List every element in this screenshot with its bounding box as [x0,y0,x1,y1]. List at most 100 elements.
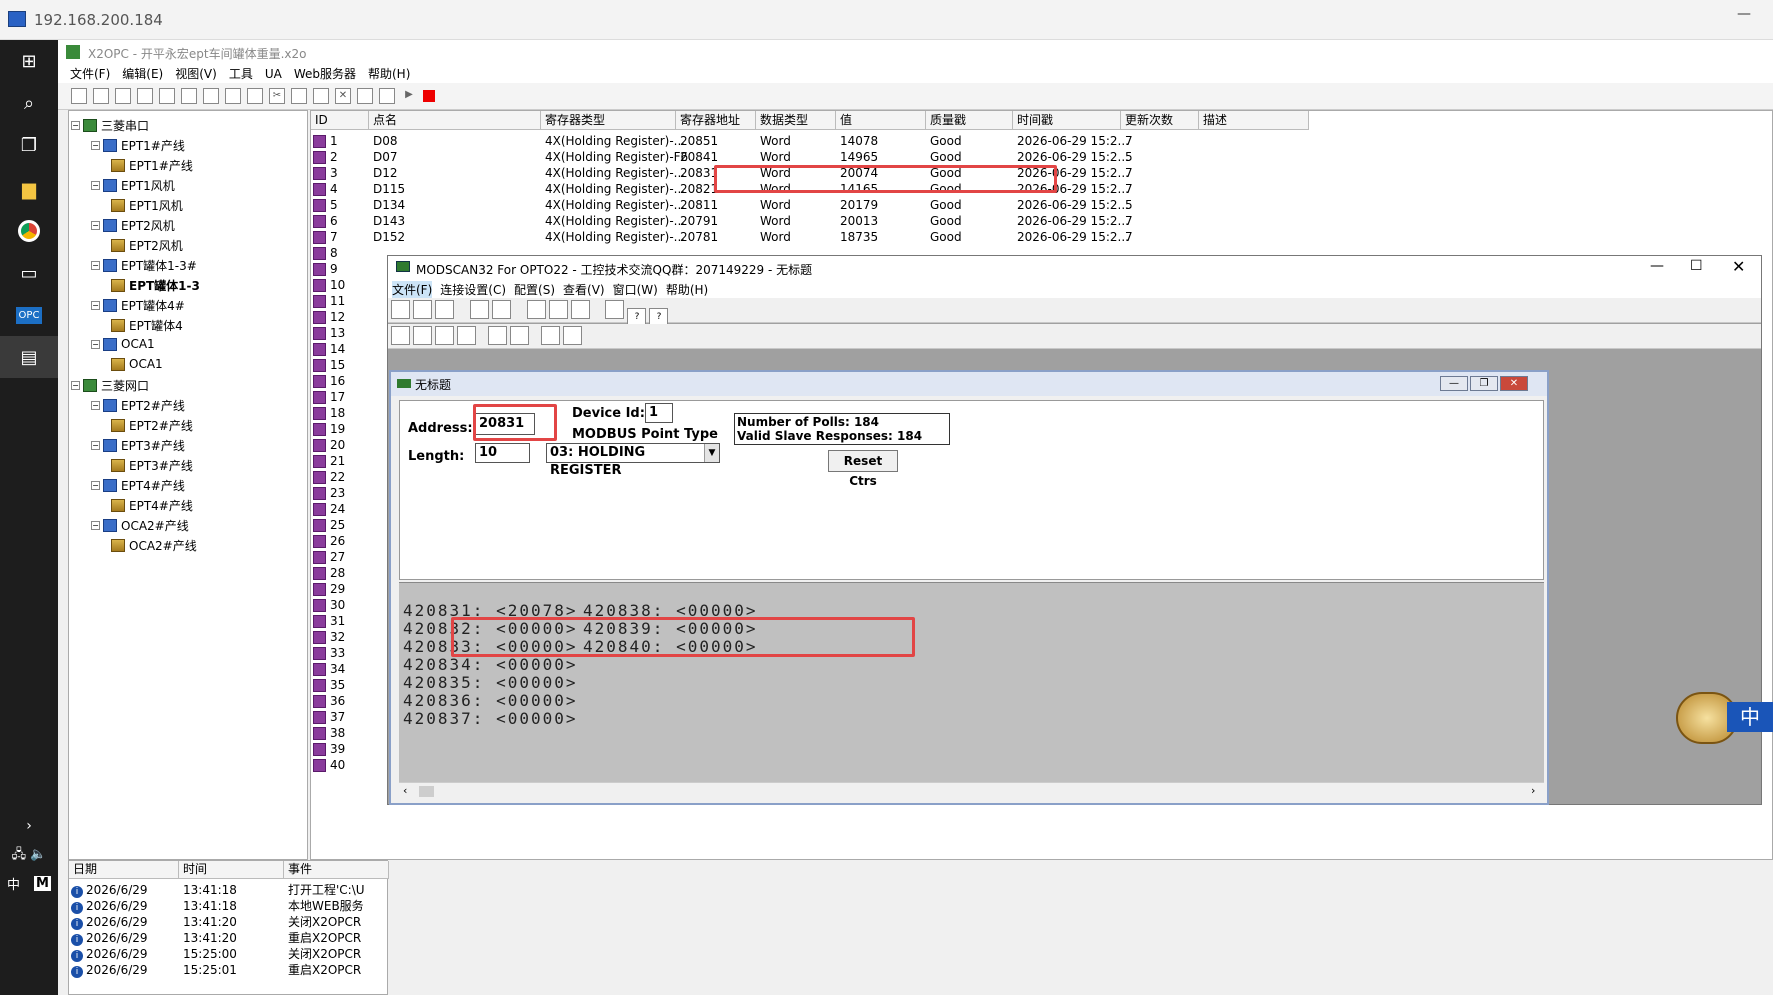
settings-icon[interactable] [247,88,263,104]
menu-ua[interactable]: UA [265,67,282,81]
scroll-thumb[interactable] [419,786,434,797]
ms-new-icon[interactable] [391,300,410,319]
grid-header[interactable]: 时间戳 [1013,111,1121,130]
ms-hreg-icon[interactable] [457,326,476,345]
ms-open-icon[interactable] [413,300,432,319]
grid-header[interactable]: 更新次数 [1121,111,1199,130]
ms-test-icon[interactable] [562,326,582,345]
ms-menu-setup[interactable]: 配置(S) [514,281,555,298]
reset-counters-button[interactable]: Reset Ctrs [828,450,898,488]
register-value[interactable]: 420836: <00000> [403,691,578,710]
ms-menu-file[interactable]: 文件(F) [392,280,433,298]
collapse-icon[interactable]: − [91,141,100,150]
tree-node[interactable]: EPT2风机 [111,237,183,254]
terminal-icon[interactable]: ▭ [0,252,58,294]
tree-node[interactable]: − EPT1#产线 [91,137,185,154]
grid-header[interactable]: ID [311,111,369,130]
ms-menu-window[interactable]: 窗口(W) [613,281,658,298]
grid-header[interactable]: 数据类型 [756,111,836,130]
collapse-icon[interactable]: − [91,401,100,410]
ms-print-icon[interactable] [605,300,625,319]
tree-node[interactable]: EPT1风机 [111,197,183,214]
ms-menu-connection[interactable]: 连接设置(C) [440,281,506,298]
paste-icon[interactable] [313,88,329,104]
tree-node[interactable]: − EPT4#产线 [91,477,185,494]
new-icon[interactable] [71,88,87,104]
collapse-icon[interactable]: − [91,221,100,230]
menu-web-server[interactable]: Web服务器 [294,65,356,82]
scroll-right-icon[interactable]: › [1531,784,1535,797]
register-value[interactable]: 420834: <00000> [403,655,578,674]
child-minimize-icon[interactable]: — [1440,376,1468,391]
collapse-icon[interactable]: − [91,521,100,530]
minimize-remote-icon[interactable]: — [1737,6,1751,22]
tree-node[interactable]: OCA1 [111,357,163,371]
menu-edit[interactable]: 编辑(E) [122,65,163,82]
tree-node[interactable]: − EPT3#产线 [91,437,185,454]
grid-header[interactable]: 值 [836,111,926,130]
tree-node[interactable]: − EPT2风机 [91,217,175,234]
device-id-input[interactable]: 1 [645,403,673,423]
stop-icon[interactable] [423,90,435,102]
close-icon[interactable]: ✕ [1732,257,1745,276]
point-type-select[interactable]: 03: HOLDING REGISTER [546,443,720,478]
ms-disconnect-icon[interactable] [491,300,511,319]
ms-reg-icon[interactable] [435,326,454,345]
menu-tools[interactable]: 工具 [229,65,253,82]
export-icon[interactable] [225,88,241,104]
properties-icon[interactable] [357,88,373,104]
menu-help[interactable]: 帮助(H) [368,65,410,82]
tag-icon[interactable] [181,88,197,104]
grid-header[interactable]: 点名 [369,111,541,130]
dropdown-arrow-icon[interactable]: ▼ [704,444,719,462]
ms-display-icon[interactable] [526,300,546,319]
tree-node[interactable]: − 三菱网口 [71,377,149,394]
save-icon[interactable] [115,88,131,104]
collapse-icon[interactable]: − [71,381,80,390]
ms-trend-icon[interactable] [548,300,568,319]
file-explorer-icon[interactable]: ▆ [0,168,58,210]
tree-node[interactable]: EPT1#产线 [111,157,193,174]
child-close-icon[interactable]: ✕ [1500,376,1528,391]
grid-header[interactable]: 寄存器地址 [676,111,756,130]
collapse-icon[interactable]: − [91,339,100,349]
tree-node[interactable]: − EPT罐体1-3# [91,257,197,274]
ms-input-icon[interactable] [413,326,432,345]
collapse-icon[interactable]: − [91,261,100,270]
chrome-icon[interactable] [0,210,58,252]
tree-node[interactable]: − 三菱串口 [71,117,149,134]
menu-view[interactable]: 视图(V) [175,65,217,82]
collapse-icon[interactable]: − [91,441,100,450]
ms-save-icon[interactable] [435,300,454,319]
log-header[interactable]: 日期 [69,861,179,879]
collapse-icon[interactable]: − [71,121,80,130]
ms-connect-icon[interactable] [469,300,489,319]
ms-menu-view[interactable]: 查看(V) [563,281,605,298]
tree-node[interactable]: EPT2#产线 [111,417,193,434]
opc-app-icon[interactable]: OPC [0,294,58,336]
m-indicator[interactable]: M [34,875,51,891]
log-header[interactable]: 时间 [179,861,284,879]
grid-header[interactable]: 描述 [1199,111,1309,130]
ms-coil-icon[interactable] [391,326,410,345]
ms-log-icon[interactable] [570,300,590,319]
table-row[interactable]: 40 [313,756,345,774]
horizontal-scrollbar[interactable]: ‹ › [399,782,1544,798]
maximize-icon[interactable]: ☐ [1690,258,1703,274]
search-icon[interactable]: ⌕ [0,82,58,124]
delete-icon[interactable]: ✕ [335,88,351,104]
tree-node[interactable]: − EPT罐体4# [91,297,185,314]
open-icon[interactable] [93,88,109,104]
tree-node[interactable]: OCA2#产线 [111,537,197,554]
scroll-left-icon[interactable]: ‹ [403,784,407,797]
modscan-app-icon[interactable]: ▤ [0,336,58,378]
minimize-icon[interactable]: — [1650,258,1664,274]
grid-header[interactable]: 寄存器类型 [541,111,676,130]
collapse-icon[interactable]: − [91,301,100,310]
tree-node[interactable]: EPT罐体1-3 [111,277,200,294]
tree-node[interactable]: − EPT1风机 [91,177,175,194]
import-icon[interactable] [203,88,219,104]
collapse-icon[interactable]: − [91,181,100,190]
log-header[interactable]: 事件 [284,861,389,879]
collapse-icon[interactable]: − [91,481,100,490]
